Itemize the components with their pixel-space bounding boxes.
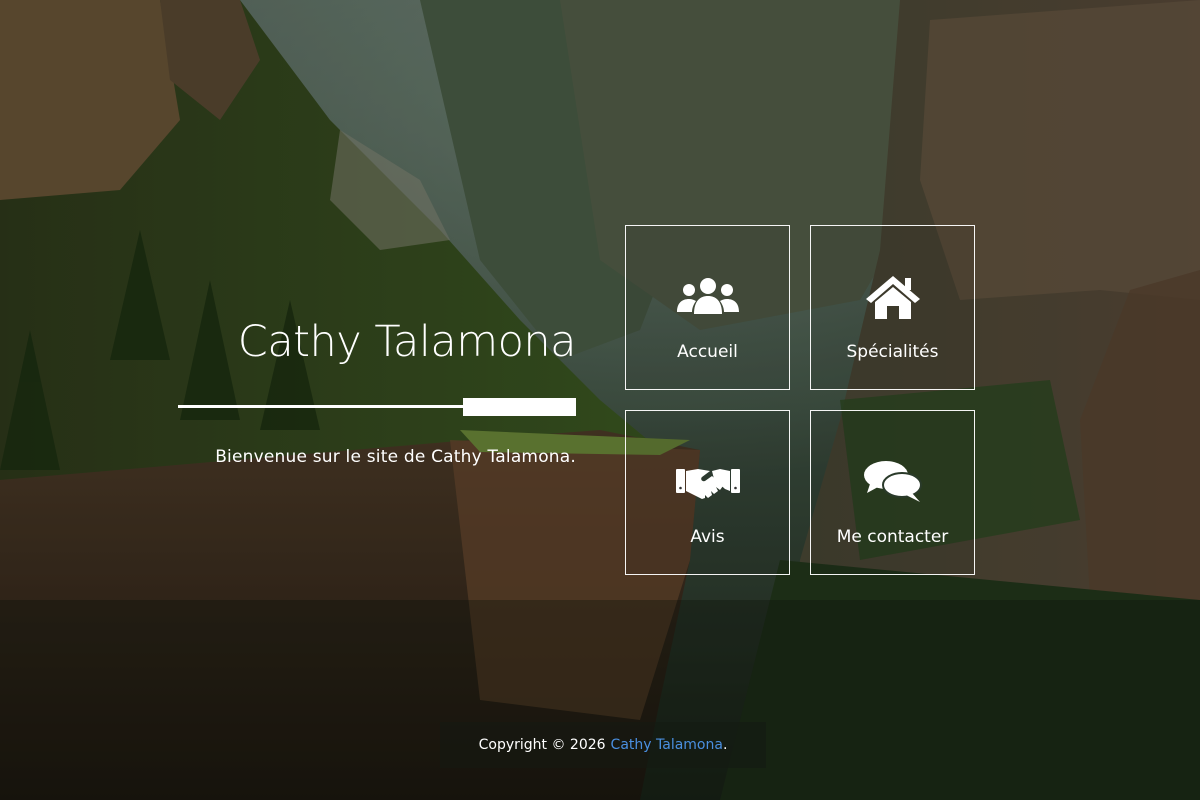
underline-thick-bar [463, 398, 576, 416]
title-underline-decoration [178, 397, 576, 419]
tile-label: Spécialités [846, 342, 939, 362]
footer-period: . [722, 737, 728, 753]
site-title: Cathy Talamona [237, 317, 577, 367]
handshake-icon [675, 459, 740, 505]
footer-site-link[interactable]: Cathy Talamona [611, 737, 723, 753]
tile-specialites[interactable]: Spécialités [810, 225, 975, 390]
tile-label: Me contacter [836, 527, 949, 547]
tile-label: Avis [690, 527, 725, 547]
footer: Copyright © 2026 Cathy Talamona . [440, 722, 766, 768]
site-subtitle: Bienvenue sur le site de Cathy Talamona. [215, 447, 576, 467]
tile-me-contacter[interactable]: Me contacter [810, 410, 975, 575]
hero-section: Cathy Talamona Bienvenue sur le site de … [178, 312, 577, 467]
home-icon [865, 274, 921, 320]
chat-bubbles-icon [863, 459, 922, 505]
tile-label: Accueil [677, 342, 738, 362]
copyright-text: Copyright © 2026 [478, 737, 606, 753]
tile-avis[interactable]: Avis [625, 410, 790, 575]
tile-accueil[interactable]: Accueil [625, 225, 790, 390]
nav-tiles: Accueil Spécialités Avis Me contacter [625, 225, 975, 575]
users-group-icon [676, 274, 739, 320]
